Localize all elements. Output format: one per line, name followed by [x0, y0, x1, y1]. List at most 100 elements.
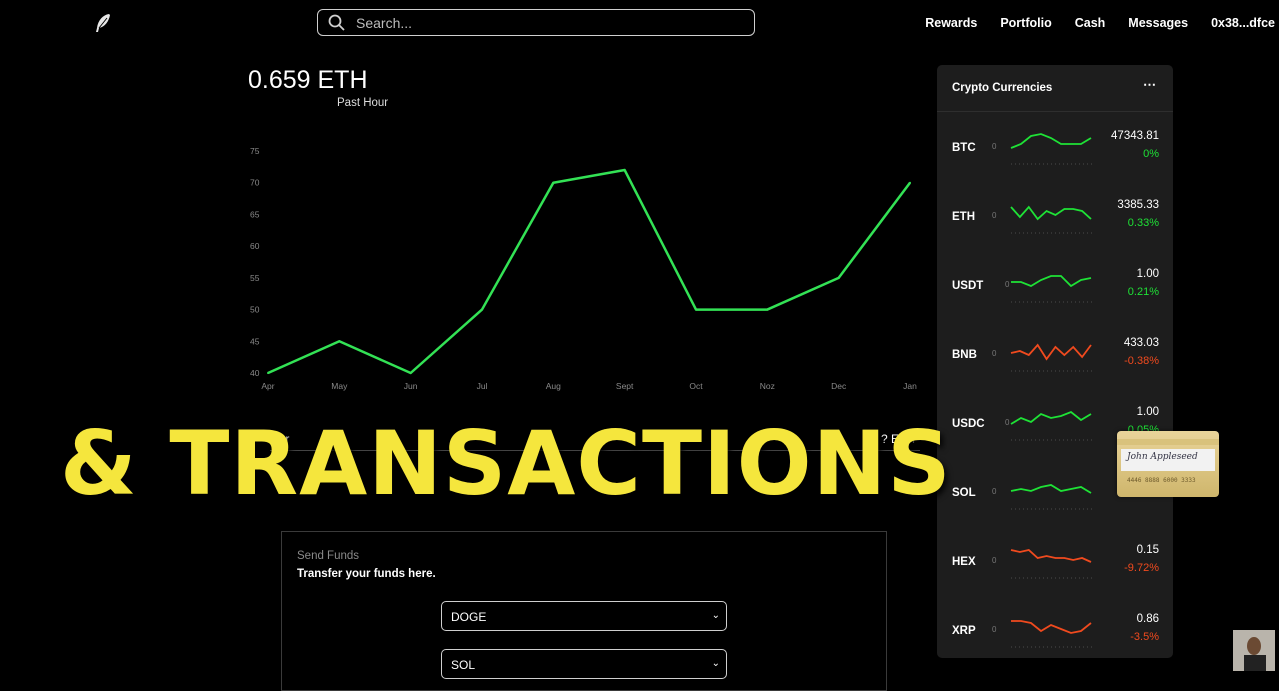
feather-logo-icon[interactable]: [94, 13, 112, 33]
send-funds-title: Send Funds: [297, 550, 360, 562]
nav-wallet-address[interactable]: 0x38...dfce: [1211, 16, 1275, 30]
crypto-price: 0.86: [1136, 613, 1159, 625]
crypto-sparkline: [1010, 484, 1095, 510]
to-currency-value: SOL: [451, 658, 476, 672]
nav-rewards[interactable]: Rewards: [925, 16, 977, 30]
send-funds-card: Send Funds Transfer your funds here. DOG…: [281, 531, 887, 691]
panel-header: Crypto Currencies ⋯: [937, 65, 1173, 112]
crypto-price: 0.15: [1136, 544, 1159, 556]
sparkline-line: [1010, 343, 1092, 361]
sparkline-axis-label: 0: [992, 211, 997, 220]
price-data-point: [837, 276, 840, 279]
from-currency-select[interactable]: DOGE ⌄: [441, 601, 727, 631]
x-tick-label: Sept: [616, 381, 634, 391]
crypto-price: 1.00: [1136, 406, 1159, 418]
y-tick-label: 60: [250, 241, 260, 251]
y-tick-label: 70: [250, 178, 260, 188]
sparkline-axis-label: 0: [992, 142, 997, 151]
y-tick-label: 45: [250, 336, 260, 346]
x-tick-label: Jul: [477, 381, 488, 391]
crypto-change: 0.33%: [1127, 217, 1159, 229]
chevron-down-icon: ⌄: [711, 658, 720, 669]
crypto-row[interactable]: BNB 0 433.03 -0.38%: [937, 319, 1173, 388]
crypto-symbol: USDC: [952, 418, 985, 430]
price-data-point: [409, 372, 412, 374]
crypto-sparkline: [1011, 275, 1095, 303]
chevron-down-icon: ⌄: [711, 610, 720, 621]
crypto-sparkline: [1010, 410, 1095, 441]
crypto-price: 3385.33: [1117, 199, 1159, 211]
crypto-sparkline: [1011, 620, 1095, 648]
price-data-point: [552, 181, 555, 184]
sparkline-axis-label: 0: [992, 487, 997, 496]
y-tick-label: 65: [250, 209, 260, 219]
sparkline-line: [1011, 620, 1092, 634]
crypto-symbol: BNB: [952, 349, 977, 361]
top-nav: Rewards Portfolio Cash Messages 0x38...d…: [925, 16, 1275, 30]
crypto-row[interactable]: XRP 0 0.86 -3.5%: [937, 595, 1173, 664]
crypto-price: 47343.81: [1111, 130, 1159, 142]
price-data-point: [623, 169, 626, 172]
x-tick-label: May: [331, 381, 348, 391]
more-options-icon[interactable]: ⋯: [1143, 77, 1157, 93]
sparkline-line: [1010, 549, 1092, 563]
webcam-thumbnail: [1233, 630, 1275, 671]
crypto-sparkline: [1010, 133, 1095, 165]
sparkline-line: [1010, 410, 1092, 425]
price-data-point: [338, 340, 341, 343]
price-line-chart: 40 45 50 55 60 65 70 75 Apr May Jun Jul Aug Sept Oct No…: [250, 146, 917, 391]
x-tick-label: Jan: [903, 381, 917, 391]
nav-messages[interactable]: Messages: [1128, 16, 1188, 30]
nav-cash[interactable]: Cash: [1075, 16, 1106, 30]
price-data-point: [909, 181, 911, 184]
x-tick-label: Jun: [404, 381, 418, 391]
panel-title: Crypto Currencies: [952, 82, 1053, 94]
card-stripe: [1117, 439, 1219, 445]
sparkline-axis-label: 0: [992, 349, 997, 358]
send-funds-subtitle: Transfer your funds here.: [297, 568, 436, 580]
y-tick-label: 55: [250, 273, 260, 283]
sparkline-line: [1010, 205, 1092, 221]
balance-period: Past Hour: [337, 97, 389, 109]
crypto-sparkline: [1010, 205, 1095, 234]
nav-portfolio[interactable]: Portfolio: [1000, 16, 1051, 30]
sparkline-axis-label: 0: [992, 625, 997, 634]
from-currency-value: DOGE: [451, 610, 487, 624]
search-input[interactable]: [354, 13, 738, 32]
x-tick-label: Oct: [689, 381, 703, 391]
crypto-change: -0.38%: [1124, 355, 1159, 367]
sparkline-line: [1010, 484, 1092, 494]
crypto-price: 1.00: [1136, 268, 1159, 280]
crypto-change: 0%: [1143, 148, 1159, 160]
crypto-change: 0.21%: [1127, 286, 1159, 298]
overlay-headline: & TRANSACTIONS: [60, 412, 952, 515]
x-tick-label: Dec: [831, 381, 847, 391]
y-tick-label: 50: [250, 305, 260, 315]
crypto-row[interactable]: BTC 0 47343.81 0%: [937, 112, 1173, 181]
credit-card-image: John Appleseed 4446 8888 6000 3333: [1117, 431, 1219, 497]
crypto-price: 433.03: [1123, 337, 1159, 349]
y-tick-label: 75: [250, 146, 260, 156]
x-tick-label: Noz: [760, 381, 775, 391]
x-tick-label: Apr: [261, 381, 274, 391]
crypto-symbol: USDT: [952, 280, 984, 292]
price-data-point: [481, 308, 483, 311]
crypto-symbol: XRP: [952, 625, 976, 637]
crypto-symbol: HEX: [952, 556, 976, 568]
crypto-symbol: BTC: [952, 142, 976, 154]
search-icon: [328, 14, 345, 31]
crypto-row[interactable]: ETH 0 3385.33 0.33%: [937, 181, 1173, 250]
crypto-row[interactable]: HEX 0 0.15 -9.72%: [937, 526, 1173, 595]
crypto-currencies-panel: Crypto Currencies ⋯ BTC 0 47343.81 0% ETH 0 33…: [937, 65, 1173, 658]
sparkline-line: [1010, 133, 1092, 149]
price-data-point: [267, 372, 269, 374]
sparkline-axis-label: 0: [992, 556, 997, 565]
crypto-symbol: ETH: [952, 211, 975, 223]
crypto-row[interactable]: USDT 0 1.00 0.21%: [937, 250, 1173, 319]
card-signature: John Appleseed: [1127, 452, 1198, 462]
crypto-sparkline: [1010, 343, 1095, 372]
crypto-symbol: SOL: [952, 487, 976, 499]
card-number: 4446 8888 6000 3333: [1127, 477, 1196, 484]
price-data-point: [766, 308, 769, 311]
search-bar[interactable]: [317, 9, 755, 36]
